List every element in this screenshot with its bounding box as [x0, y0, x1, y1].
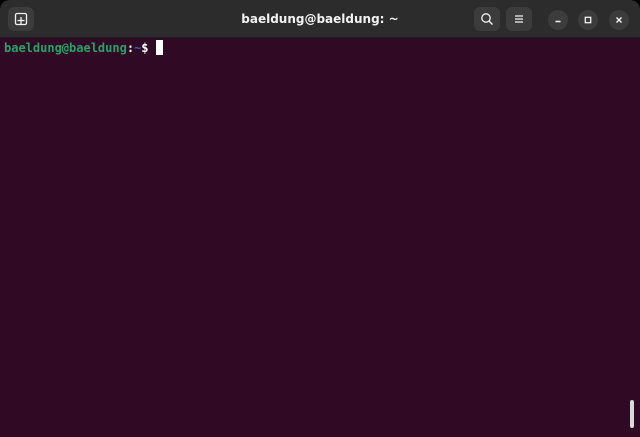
search-button[interactable]	[474, 7, 500, 31]
text-cursor	[155, 40, 163, 55]
prompt-separator: :	[126, 41, 135, 55]
search-icon	[480, 12, 494, 26]
close-button[interactable]	[609, 10, 629, 30]
maximize-icon	[583, 15, 593, 25]
maximize-button[interactable]	[578, 10, 598, 30]
window-title: baeldung@baeldung: ~	[241, 12, 399, 26]
prompt-user-host: baeldung@baeldung	[4, 41, 127, 55]
close-icon	[614, 15, 624, 25]
title-bar[interactable]: baeldung@baeldung: ~	[0, 0, 640, 38]
prompt-symbol: $	[141, 41, 149, 55]
new-tab-button[interactable]	[8, 7, 34, 31]
terminal-window: baeldung@baeldung: ~ baeldung@baeldung:~…	[0, 0, 640, 437]
minimize-icon	[553, 15, 563, 25]
shell-prompt: baeldung@baeldung:~$	[4, 40, 163, 56]
hamburger-menu-icon	[512, 12, 526, 26]
scrollbar-thumb[interactable]	[630, 400, 634, 428]
new-tab-icon	[14, 12, 28, 26]
terminal-area[interactable]: baeldung@baeldung:~$	[0, 38, 640, 437]
minimize-button[interactable]	[548, 10, 568, 30]
menu-button[interactable]	[506, 7, 532, 31]
